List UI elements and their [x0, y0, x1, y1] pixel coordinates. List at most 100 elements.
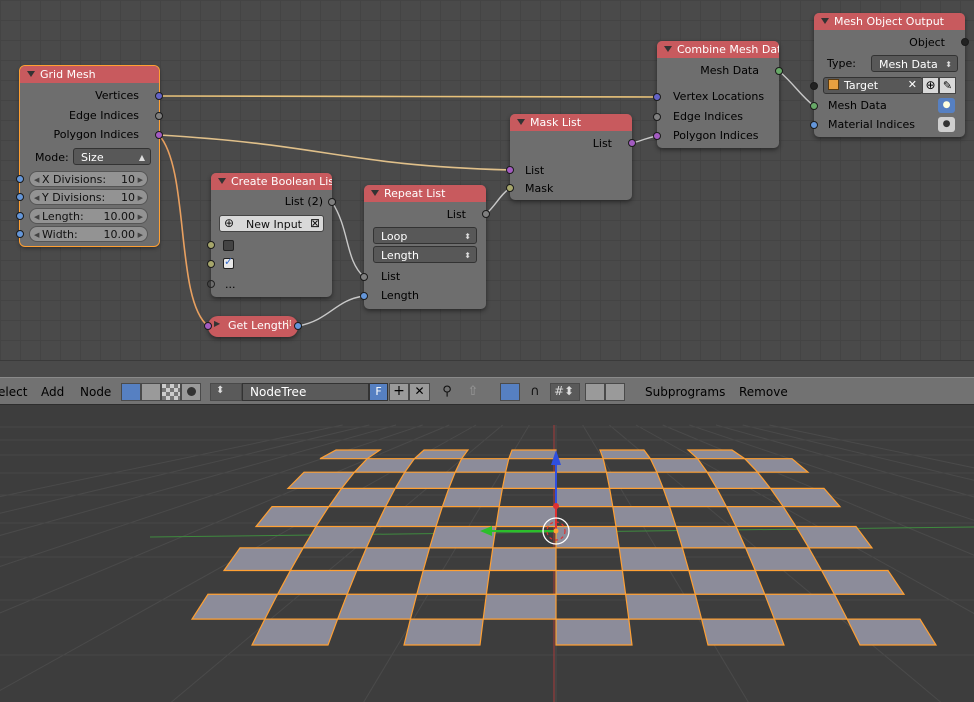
- decrement-arrow-icon[interactable]: ◀: [34, 172, 39, 188]
- socket-new[interactable]: [207, 280, 215, 288]
- socket-list-output[interactable]: [628, 139, 636, 147]
- socket-length[interactable]: [16, 212, 24, 220]
- type-dropdown[interactable]: Loop ⬍: [373, 227, 477, 244]
- type-dropdown[interactable]: Mesh Data ⬍: [871, 55, 958, 72]
- boolean-checkbox-2[interactable]: ✓: [223, 255, 234, 269]
- x-divisions-field[interactable]: ◀ X Divisions: 10 ▶: [29, 171, 148, 187]
- fake-user-button[interactable]: F: [369, 383, 388, 401]
- menu-add[interactable]: Add: [41, 385, 64, 399]
- node-header[interactable]: Create Boolean List: [211, 173, 332, 190]
- animation-nodes-icon[interactable]: [181, 383, 201, 401]
- y-divisions-field[interactable]: ◀ Y Divisions: 10 ▶: [29, 189, 148, 205]
- node-create-boolean-list[interactable]: Create Boolean List List (2) ⊕ New Input…: [207, 173, 336, 297]
- collapse-triangle-icon[interactable]: [218, 178, 226, 184]
- socket-edge-indices[interactable]: [155, 112, 163, 120]
- node-get-length[interactable]: ▶ Get Length ⁞⁞: [204, 316, 302, 337]
- socket-bool-2[interactable]: [207, 260, 215, 268]
- socket-target-input[interactable]: [810, 82, 818, 90]
- socket-y-divisions[interactable]: [16, 193, 24, 201]
- node-mesh-object-output[interactable]: Mesh Object Output Object Type: Mesh Dat…: [810, 13, 969, 137]
- node-header[interactable]: Combine Mesh Data: [657, 41, 779, 58]
- decrement-arrow-icon[interactable]: ◀: [34, 209, 39, 225]
- socket-mesh-data-output[interactable]: [775, 67, 783, 75]
- node-mask-list[interactable]: Mask List List List Mask: [506, 114, 636, 200]
- material-toggle-icon[interactable]: ●: [938, 117, 955, 132]
- snap-element-dropdown[interactable]: #⬍: [550, 383, 580, 401]
- socket-length-input[interactable]: [360, 292, 368, 300]
- node-header[interactable]: Mesh Object Output: [814, 13, 965, 30]
- texture-tree-icon[interactable]: [161, 383, 181, 401]
- snap-magnet-icon[interactable]: ∩: [526, 383, 544, 401]
- expand-triangle-icon[interactable]: ▶: [214, 319, 220, 328]
- eyedropper-icon[interactable]: ✎: [939, 77, 956, 94]
- socket-vertices[interactable]: [155, 92, 163, 100]
- 3d-viewport[interactable]: [0, 405, 974, 702]
- subprograms-menu[interactable]: Subprograms: [645, 385, 725, 399]
- shader-tree-icon[interactable]: [121, 383, 141, 401]
- socket-polygon-indices[interactable]: [653, 132, 661, 140]
- increment-arrow-icon[interactable]: ▶: [138, 190, 143, 206]
- socket-mesh-data-input[interactable]: [810, 102, 818, 110]
- socket-x-divisions[interactable]: [16, 175, 24, 183]
- add-object-icon[interactable]: ⊕: [922, 77, 939, 94]
- boolean-checkbox-1[interactable]: [223, 240, 234, 251]
- decrement-arrow-icon[interactable]: ◀: [34, 227, 39, 243]
- pin-icon[interactable]: ⚲: [438, 383, 456, 401]
- socket-vertex-locations[interactable]: [653, 93, 661, 101]
- collapse-triangle-icon[interactable]: [371, 190, 379, 196]
- collapse-triangle-icon[interactable]: [517, 119, 525, 125]
- socket-list-output[interactable]: [482, 210, 490, 218]
- socket-bool-1[interactable]: [207, 241, 215, 249]
- socket-length-output[interactable]: [294, 322, 302, 330]
- decrement-arrow-icon[interactable]: ◀: [34, 190, 39, 206]
- collapse-triangle-icon[interactable]: [821, 18, 829, 24]
- length-field[interactable]: ◀ Length: 10.00 ▶: [29, 208, 148, 224]
- area-splitter[interactable]: [0, 360, 974, 377]
- socket-polygon-indices[interactable]: [155, 131, 163, 139]
- parent-tree-icon[interactable]: ⇧: [464, 383, 482, 401]
- backdrop-icon[interactable]: [500, 383, 520, 401]
- mode-dropdown[interactable]: Size ▲: [73, 148, 151, 165]
- increment-arrow-icon[interactable]: ▶: [138, 172, 143, 188]
- new-tree-icon[interactable]: +: [389, 383, 409, 401]
- unlink-tree-icon[interactable]: ✕: [409, 383, 430, 401]
- target-field[interactable]: Target ✕: [823, 77, 923, 94]
- socket-material-indices[interactable]: [810, 121, 818, 129]
- menu-node[interactable]: Node: [80, 385, 111, 399]
- node-header[interactable]: Repeat List: [364, 185, 486, 202]
- node-repeat-list[interactable]: Repeat List List Loop ⬍ Length ⬍ List Le…: [360, 185, 490, 309]
- socket-object-output[interactable]: [961, 38, 969, 46]
- socket-width[interactable]: [16, 230, 24, 238]
- socket-edge-indices[interactable]: [653, 113, 661, 121]
- nodetree-name-field[interactable]: NodeTree: [242, 383, 369, 401]
- menu-select[interactable]: elect: [0, 385, 27, 399]
- compositing-tree-icon[interactable]: [141, 383, 161, 401]
- width-field[interactable]: ◀ Width: 10.00 ▶: [29, 226, 148, 242]
- socket-list-input[interactable]: [506, 166, 514, 174]
- socket-mask-input[interactable]: [506, 184, 514, 192]
- paste-material-icon[interactable]: [605, 383, 625, 401]
- socket-list-output[interactable]: [328, 198, 336, 206]
- clear-x-icon[interactable]: ✕: [908, 78, 917, 91]
- drag-handle-icon[interactable]: ⁞⁞: [286, 319, 292, 329]
- node-header[interactable]: Grid Mesh: [20, 66, 159, 83]
- remove-x-icon[interactable]: ⊠: [310, 215, 320, 232]
- socket-list-input[interactable]: [204, 322, 212, 330]
- increment-arrow-icon[interactable]: ▶: [138, 209, 143, 225]
- browse-tree-icon[interactable]: ⬍: [210, 383, 242, 401]
- copy-material-icon[interactable]: [585, 383, 605, 401]
- node-editor[interactable]: Grid Mesh Vertices Edge Indices Polygon …: [0, 0, 974, 360]
- node-grid-mesh[interactable]: Grid Mesh Vertices Edge Indices Polygon …: [16, 66, 163, 246]
- remove-button[interactable]: Remove: [739, 385, 788, 399]
- node-header[interactable]: Mask List: [510, 114, 632, 131]
- grid-mesh-object[interactable]: [190, 449, 938, 646]
- amount-dropdown[interactable]: Length ⬍: [373, 246, 477, 263]
- socket-list-input[interactable]: [360, 273, 368, 281]
- node-combine-mesh-data[interactable]: Combine Mesh Data Mesh Data Vertex Locat…: [653, 41, 783, 148]
- mesh-data-toggle-icon[interactable]: ●: [938, 98, 955, 113]
- increment-arrow-icon[interactable]: ▶: [138, 227, 143, 243]
- collapse-triangle-icon[interactable]: [664, 46, 672, 52]
- node-title: Mask List: [530, 116, 582, 129]
- new-input-button[interactable]: ⊕ New Input ⊠: [219, 215, 324, 232]
- collapse-triangle-icon[interactable]: [27, 71, 35, 77]
